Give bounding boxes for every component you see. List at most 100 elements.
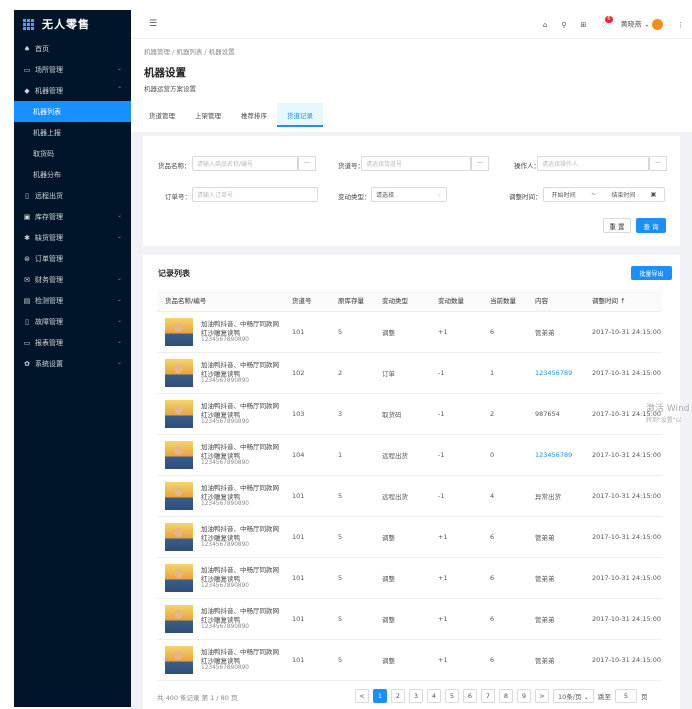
page-button[interactable]: 3 xyxy=(409,689,423,703)
cell-content[interactable]: 123456789 xyxy=(527,352,584,394)
user-menu[interactable]: 黄晓燕 ⌄ xyxy=(621,19,663,30)
cell-orig: 5 xyxy=(330,598,374,640)
product-text: 加油鸭抖音、中畅厅同款网红沙雕复读鸭 1234567890890 xyxy=(201,566,284,589)
cell-delta: -1 xyxy=(430,475,482,517)
product-code: 1234567890890 xyxy=(201,624,249,630)
cell-delta: +1 xyxy=(430,311,482,353)
sidebar-item[interactable]: ◆ 机器管理 ⌃ xyxy=(14,80,131,101)
sidebar-subitem[interactable]: 取货码 xyxy=(14,143,131,164)
stock-icon: ▣ xyxy=(23,212,31,221)
remote-icon: ▯ xyxy=(25,191,29,200)
change-type-label: 变动类型： xyxy=(338,193,371,201)
home-icon[interactable]: ⌂ xyxy=(543,21,547,29)
sidebar-item[interactable]: ⊛ 订单管理 xyxy=(14,248,131,269)
page-button[interactable]: 1 xyxy=(373,689,387,703)
sidebar-item-label: 财务管理 xyxy=(35,275,63,284)
product-text: 加油鸭抖音、中畅厅同款网红沙雕复读鸭 1234567890890 xyxy=(201,443,284,466)
page-button[interactable]: 8 xyxy=(499,689,513,703)
product-picker-button[interactable]: ··· xyxy=(298,156,316,171)
page-button[interactable]: 4 xyxy=(427,689,441,703)
sidebar-item[interactable]: ✿ 系统设置 ⌄ xyxy=(14,353,131,374)
page-button[interactable]: 9 xyxy=(517,689,531,703)
cell-content[interactable]: 123456789 xyxy=(527,434,584,476)
lane-picker-button[interactable]: ··· xyxy=(471,156,489,171)
page-button[interactable]: 5 xyxy=(445,689,459,703)
sidebar-item[interactable]: ▣ 库存管理 ⌄ xyxy=(14,206,131,227)
page-button[interactable]: 2 xyxy=(391,689,405,703)
product-text: 加油鸭抖音、中畅厅同款网红沙雕复读鸭 1234567890890 xyxy=(201,402,284,425)
product-text: 加油鸭抖音、中畅厅同款网红沙雕复读鸭 1234567890890 xyxy=(201,320,284,343)
prev-page-button[interactable]: < xyxy=(355,689,369,703)
sidebar-item[interactable]: ▯ 故障管理 ⌄ xyxy=(14,311,131,332)
sidebar-item[interactable]: ▭ 场所管理 ⌄ xyxy=(14,59,131,80)
product-text: 加油鸭抖音、中畅厅同款网红沙雕复读鸭 1234567890890 xyxy=(201,484,284,507)
sidebar-item[interactable]: ▭ 报表管理 ⌄ xyxy=(14,332,131,353)
cell-type: 订单 xyxy=(374,352,430,394)
page-button[interactable]: 7 xyxy=(481,689,495,703)
brand[interactable]: 无人零售 xyxy=(14,10,131,38)
activation-watermark: 激活 Wind 转到"设置"以 xyxy=(646,403,689,427)
reset-button[interactable]: 重 置 xyxy=(603,218,631,233)
product-cell: 加油鸭抖音、中畅厅同款网红沙雕复读鸭 1234567890890 xyxy=(157,516,284,558)
sidebar-item[interactable]: ♠ 首页 xyxy=(14,38,131,59)
operator-input[interactable]: 请选择操作人 xyxy=(537,156,649,171)
sidebar-item[interactable]: ✱ 缺货管理 ⌄ xyxy=(14,227,131,248)
more-icon[interactable]: ⋮ xyxy=(677,21,684,29)
sidebar-item-label: 场所管理 xyxy=(35,65,63,74)
grid-logo-icon xyxy=(23,18,34,30)
breadcrumb[interactable]: 机器管理 / 机器列表 / 机器设置 xyxy=(144,46,235,56)
lane-input[interactable]: 请选择货道号 xyxy=(361,156,471,171)
export-button[interactable]: 批量导出 xyxy=(631,266,672,280)
sidebar-item-label: 库存管理 xyxy=(35,212,63,221)
sidebar-item[interactable]: ✉ 财务管理 ⌄ xyxy=(14,269,131,290)
product-cell: 加油鸭抖音、中畅厅同款网红沙雕复读鸭 1234567890890 xyxy=(157,598,284,640)
records-table: 货品名称/编号 货道号 原库存量 变动类型 变动数量 当前数量 内容 调整时间 ↑ 加油鸭抖音… xyxy=(157,289,662,681)
product-thumbnail xyxy=(165,481,193,510)
product: 加油鸭抖音、中畅厅同款网红沙雕复读鸭 1234567890890 xyxy=(165,522,284,551)
order-input[interactable]: 请输入订单号 xyxy=(192,187,318,202)
change-type-select[interactable]: 请选择 ⌄ xyxy=(371,187,447,202)
chevron-icon: ⌄ xyxy=(116,296,122,303)
calendar-icon: ▣ xyxy=(650,191,657,198)
records-title: 记录列表 xyxy=(158,269,190,278)
cell-orig: 2 xyxy=(330,352,374,394)
product-thumbnail xyxy=(165,317,193,346)
cell-content: 异常出货 xyxy=(527,475,584,517)
sidebar-subitem[interactable]: 机器分布 xyxy=(14,164,131,185)
sidebar-subitem[interactable]: 机器列表 xyxy=(14,101,131,122)
sidebar-item[interactable]: ▯ 远程出货 xyxy=(14,185,131,206)
product-code: 1234567890890 xyxy=(201,665,249,671)
product-name: 加油鸭抖音、中畅厅同款网红沙雕复读鸭 xyxy=(201,484,279,501)
watermark-line1: 激活 Wind xyxy=(646,404,690,414)
chevron-icon: ⌃ xyxy=(116,86,122,93)
bell-icon[interactable]: ♢ 6 xyxy=(600,15,613,29)
page-size-select[interactable]: 10条/页 ⌄ xyxy=(553,689,594,703)
sidebar-subitem[interactable]: 机器上报 xyxy=(14,122,131,143)
column-header[interactable]: 调整时间 ↑ xyxy=(584,289,662,312)
tab-lane-records[interactable]: 货道记录 xyxy=(277,103,323,127)
next-page-button[interactable]: > xyxy=(535,689,549,703)
sidebar-item[interactable]: ▤ 检测管理 ⌄ xyxy=(14,290,131,311)
apps-icon[interactable]: ⊞ xyxy=(581,21,587,29)
tab-lane-management[interactable]: 货道管理 xyxy=(139,103,185,127)
cell-orig: 5 xyxy=(330,557,374,599)
menu-fold-icon[interactable]: ☰ xyxy=(149,19,157,29)
date-range-picker[interactable]: 开始时间 ~ 结束时间 ▣ xyxy=(543,187,665,202)
help-icon[interactable]: ⚲ xyxy=(561,21,566,29)
product: 加油鸭抖音、中畅厅同款网红沙雕复读鸭 1234567890890 xyxy=(165,358,284,387)
tab-shelf-management[interactable]: 上架管理 xyxy=(185,103,231,127)
search-button[interactable]: 查 询 xyxy=(636,218,666,233)
page-button[interactable]: 6 xyxy=(463,689,477,703)
change-type-value: 请选择 xyxy=(376,192,395,199)
product-name-input[interactable]: 请输入商品名称/编号 xyxy=(192,156,298,171)
total-records: 共 400 条记录 第 1 / 80 页 xyxy=(157,694,238,702)
product-cell: 加油鸭抖音、中畅厅同款网红沙雕复读鸭 1234567890890 xyxy=(157,352,284,394)
goto-input[interactable]: 5 xyxy=(614,689,637,703)
finance-icon: ✉ xyxy=(24,275,30,284)
operator-picker-button[interactable]: ··· xyxy=(649,156,667,171)
cell-lane: 101 xyxy=(284,598,330,640)
tab-recommend-sort[interactable]: 推荐排序 xyxy=(231,103,277,127)
cell-orig: 5 xyxy=(330,516,374,558)
cell-type: 调整 xyxy=(374,311,430,353)
page-header: 机器管理 / 机器列表 / 机器设置 机器设置 机器运营方案设置 货道管理 上架… xyxy=(131,39,692,132)
